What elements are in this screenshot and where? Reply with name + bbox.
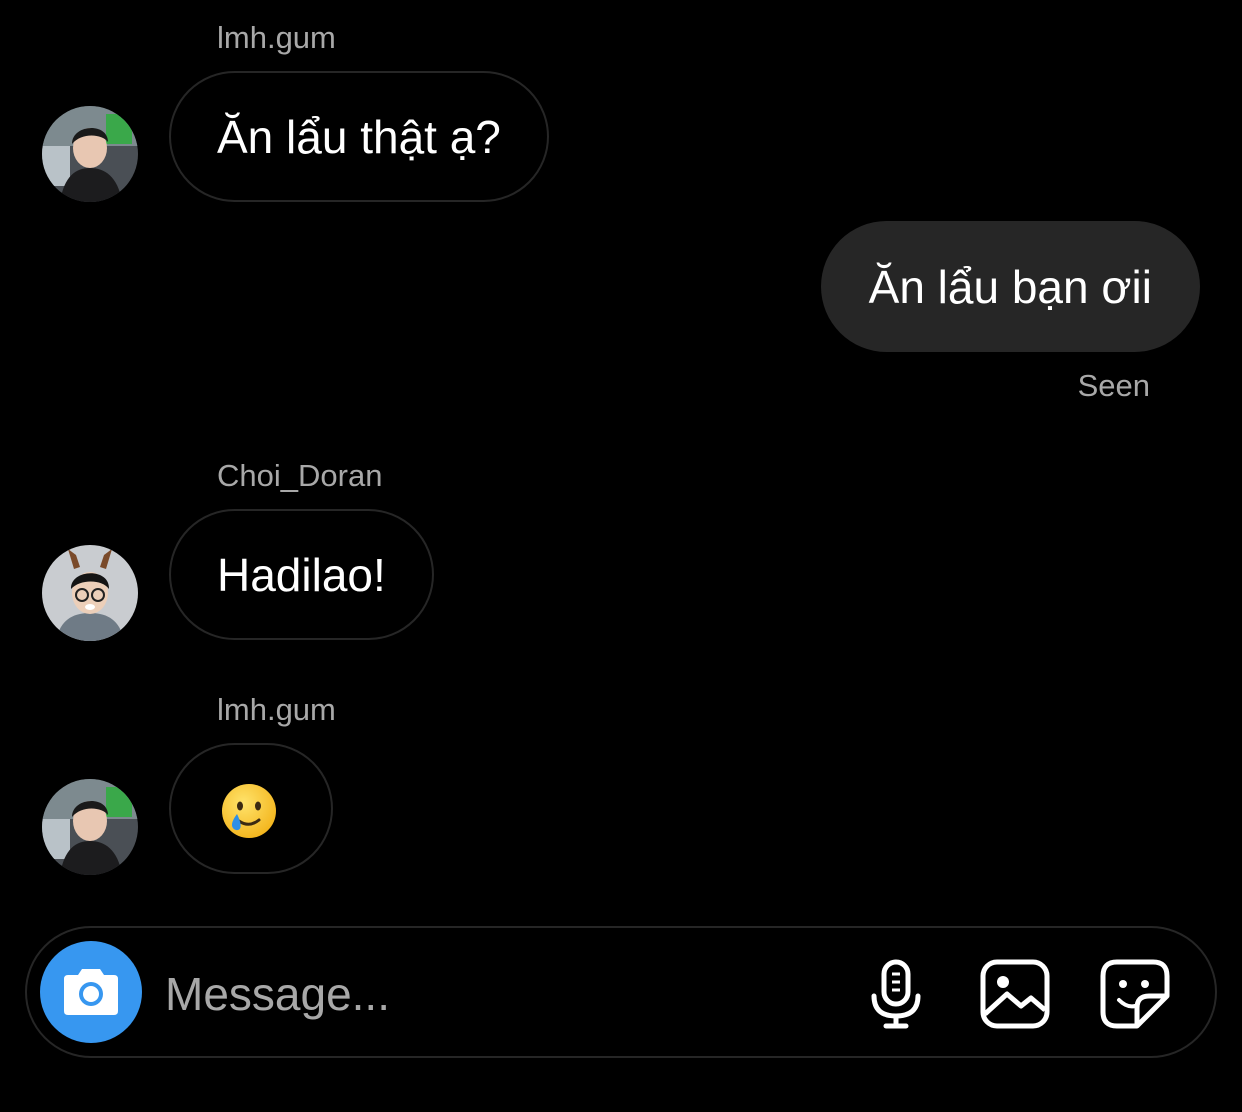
message-text: Hadilao! [217,548,386,601]
seen-status: Seen [1077,368,1150,403]
avatar-choi-doran[interactable] [42,545,138,641]
avatar-lmh-gum[interactable] [42,779,138,875]
camera-button[interactable] [40,941,142,1043]
microphone-button[interactable] [860,958,932,1030]
message-bubble[interactable]: Hadilao! [169,509,434,640]
avatar-lmh-gum[interactable] [42,106,138,202]
microphone-icon [871,959,921,1029]
message-bubble[interactable]: Ăn lẩu thật ạ? [169,71,549,202]
message-text: Ăn lẩu thật ạ? [217,110,501,163]
sticker-button[interactable] [1099,958,1171,1030]
camera-icon [64,969,118,1015]
sticker-icon [1100,959,1170,1029]
sender-name: lmh.gum [217,692,336,727]
message-bubble-outgoing[interactable]: Ăn lẩu bạn ơii [820,221,1200,352]
message-input[interactable] [165,964,805,1024]
gallery-icon [980,959,1050,1029]
smiling-face-with-tear-icon [220,782,278,845]
message-text: Ăn lẩu bạn ơii [868,260,1152,313]
sender-name: Choi_Doran [217,458,383,493]
gallery-button[interactable] [979,958,1051,1030]
message-composer [25,926,1217,1058]
sender-name: lmh.gum [217,20,336,55]
